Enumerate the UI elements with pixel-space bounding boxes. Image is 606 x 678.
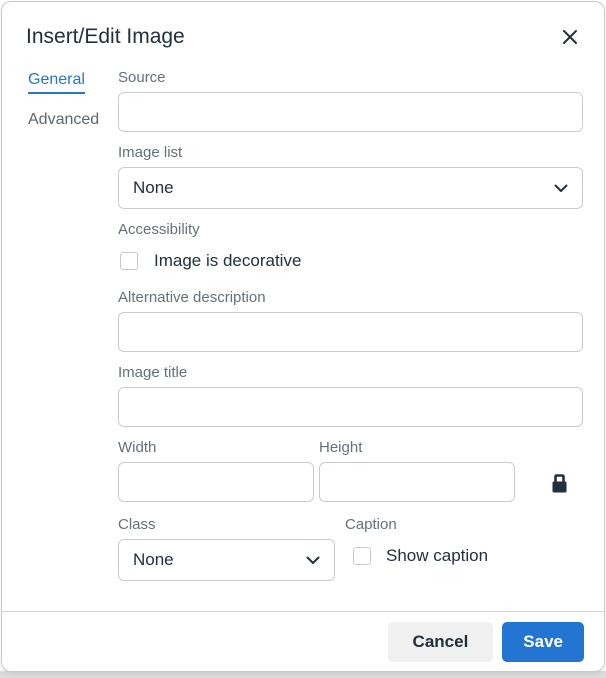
- decorative-checkbox-label: Image is decorative: [154, 251, 301, 271]
- height-input[interactable]: [319, 462, 515, 502]
- close-button[interactable]: [560, 27, 580, 47]
- close-icon: [562, 29, 578, 45]
- general-tab-panel: Source Image list None Accessibility: [118, 69, 604, 611]
- dialog-body: General Advanced Source Image list None: [2, 59, 604, 611]
- tab-general[interactable]: General: [28, 71, 85, 94]
- class-label: Class: [118, 516, 335, 534]
- decorative-checkbox-row[interactable]: Image is decorative: [120, 251, 583, 271]
- alt-description-field-group: Alternative description: [118, 289, 583, 352]
- constrain-proportions-toggle[interactable]: [545, 472, 574, 502]
- show-caption-checkbox-label: Show caption: [386, 546, 488, 566]
- dimensions-row: Width Height: [118, 439, 583, 502]
- page-backdrop: [0, 671, 606, 678]
- chevron-down-icon: [306, 556, 320, 565]
- image-list-label: Image list: [118, 144, 583, 162]
- dialog-footer: Cancel Save: [2, 611, 604, 671]
- class-select[interactable]: None: [118, 539, 335, 581]
- width-field-group: Width: [118, 439, 314, 502]
- width-label: Width: [118, 439, 314, 457]
- show-caption-checkbox[interactable]: [353, 547, 371, 565]
- class-selected-value: None: [133, 550, 174, 570]
- insert-edit-image-dialog: Insert/Edit Image General Advanced Sourc…: [1, 1, 605, 672]
- height-field-group: Height: [319, 439, 515, 502]
- accessibility-label: Accessibility: [118, 221, 583, 239]
- alt-description-input[interactable]: [118, 312, 583, 352]
- cancel-button[interactable]: Cancel: [388, 622, 494, 662]
- class-field-group: Class None: [118, 516, 335, 581]
- height-label: Height: [319, 439, 515, 457]
- tab-advanced[interactable]: Advanced: [28, 111, 99, 129]
- accessibility-field-group: Accessibility Image is decorative: [118, 221, 583, 271]
- image-list-selected-value: None: [133, 178, 174, 198]
- decorative-checkbox[interactable]: [120, 252, 138, 270]
- caption-label: Caption: [345, 516, 583, 534]
- chevron-down-icon: [554, 184, 568, 193]
- source-field-group: Source: [118, 69, 583, 132]
- alt-description-label: Alternative description: [118, 289, 583, 307]
- source-label: Source: [118, 69, 583, 87]
- show-caption-checkbox-row[interactable]: Show caption: [353, 546, 583, 566]
- image-title-label: Image title: [118, 364, 583, 382]
- dialog-header: Insert/Edit Image: [2, 2, 604, 59]
- image-title-field-group: Image title: [118, 364, 583, 427]
- width-input[interactable]: [118, 462, 314, 502]
- lock-icon: [551, 473, 568, 493]
- save-button[interactable]: Save: [502, 622, 584, 662]
- dialog-title: Insert/Edit Image: [26, 23, 185, 51]
- image-list-field-group: Image list None: [118, 144, 583, 209]
- source-input[interactable]: [118, 92, 583, 132]
- image-title-input[interactable]: [118, 387, 583, 427]
- class-caption-row: Class None Caption Show capti: [118, 516, 583, 581]
- tab-list: General Advanced: [2, 69, 118, 611]
- image-list-select[interactable]: None: [118, 167, 583, 209]
- caption-field-group: Caption Show caption: [345, 516, 583, 566]
